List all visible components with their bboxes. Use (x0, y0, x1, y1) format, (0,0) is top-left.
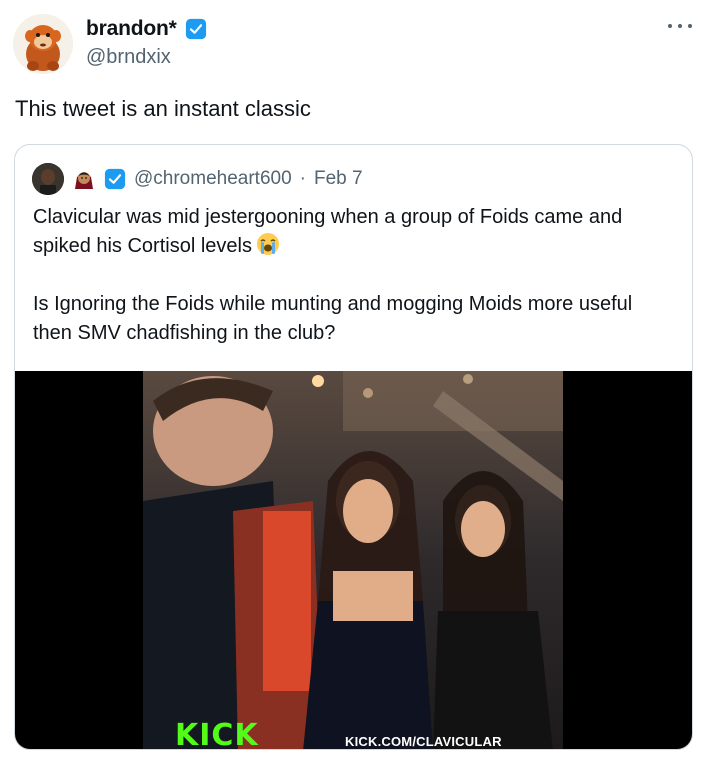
quote-text: Clavicular was mid jestergooning when a … (33, 203, 673, 348)
more-dot (688, 24, 692, 28)
author-handle[interactable]: @brndxix (86, 46, 171, 69)
video-frame[interactable] (143, 371, 563, 749)
person-avatar-icon (32, 163, 64, 195)
tweet-text: This tweet is an instant classic (15, 96, 311, 121)
quote-paragraph-2: Is Ignoring the Foids while munting and … (33, 293, 633, 344)
tweet: brandon* @brndxix This tweet is an insta… (0, 0, 710, 767)
verified-badge-icon (185, 18, 206, 40)
author-display-name[interactable]: brandon* (86, 17, 177, 41)
quote-tweet-card[interactable]: @chromeheart600 · Feb 7 Clavicular was m… (14, 144, 693, 750)
monkey-avatar-icon (13, 14, 73, 74)
more-options-icon[interactable] (668, 16, 692, 36)
verified-badge-icon (104, 168, 126, 190)
quote-video[interactable]: KICK KICK.COM/CLAVICULAR (15, 371, 692, 750)
video-still-image (143, 371, 563, 749)
kick-logo: KICK (175, 718, 259, 750)
quote-paragraph-1-text: Clavicular was mid jestergooning when a … (33, 206, 623, 257)
author-avatar[interactable] (13, 14, 73, 74)
quote-separator: · (299, 168, 306, 189)
more-dot (678, 24, 682, 28)
loudly-crying-face-icon (256, 233, 279, 255)
more-dot (668, 24, 672, 28)
author-name-row: brandon* (86, 15, 207, 43)
quote-header: @chromeheart600 · Feb 7 (32, 162, 363, 196)
vampire-emoji-icon (75, 172, 93, 189)
quote-author-avatar[interactable] (32, 163, 64, 195)
quote-date[interactable]: Feb 7 (314, 168, 363, 190)
quote-paragraph-1: Clavicular was mid jestergooning when a … (33, 203, 673, 261)
quote-author-handle[interactable]: @chromeheart600 (134, 168, 292, 190)
kick-url-watermark: KICK.COM/CLAVICULAR (345, 734, 502, 749)
